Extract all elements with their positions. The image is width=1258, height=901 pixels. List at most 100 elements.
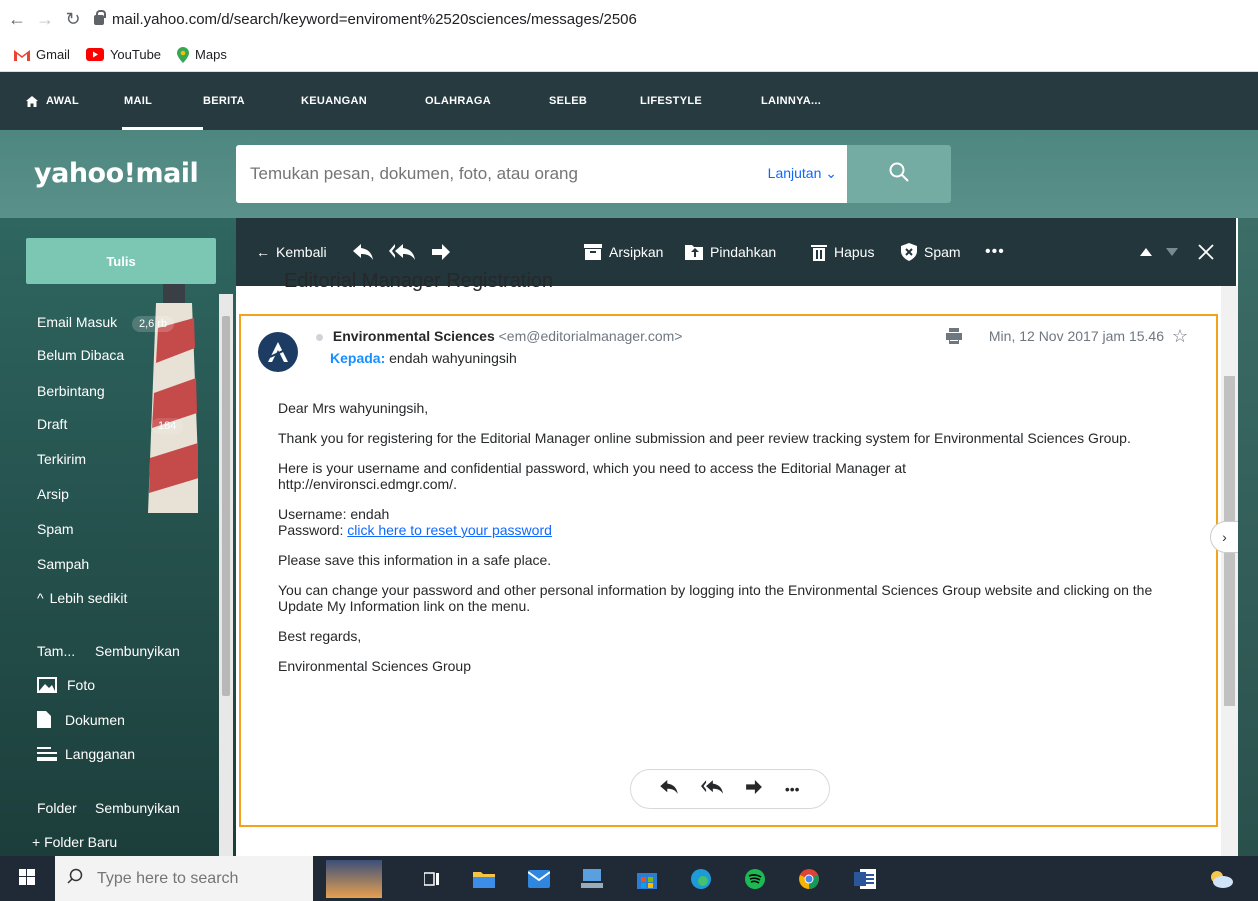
bookmark-maps[interactable]: Maps (177, 46, 227, 63)
sidebar-scrollbar[interactable] (219, 294, 233, 856)
shield-icon (901, 243, 917, 261)
mail-app-icon[interactable] (524, 864, 554, 894)
bookmark-gmail[interactable]: Gmail (14, 47, 70, 62)
photo-icon (37, 677, 57, 693)
folder-unread[interactable]: Belum Dibaca (37, 347, 124, 363)
nav-seleb[interactable]: SELEB (549, 72, 640, 130)
view-documents[interactable]: Dokumen (37, 711, 125, 728)
search-icon (889, 162, 909, 187)
reply-all-icon[interactable] (701, 779, 724, 799)
folder-trash[interactable]: Sampah (37, 556, 89, 572)
folder-draft[interactable]: Draft (37, 416, 67, 432)
view-subscriptions[interactable]: Langganan (37, 746, 135, 762)
close-message-button[interactable] (1198, 218, 1214, 286)
windows-taskbar (0, 856, 1258, 901)
back-arrow-icon[interactable]: ← (6, 8, 28, 30)
new-folder-button[interactable]: + Folder Baru (32, 834, 117, 850)
spam-button[interactable]: Spam (901, 218, 961, 286)
previous-message-button[interactable] (1140, 218, 1152, 286)
home-icon (26, 95, 38, 107)
quick-actions-bar: ••• (630, 769, 830, 809)
sidebar-scroll-thumb[interactable] (222, 316, 230, 696)
username-line: Username: endah (278, 506, 390, 522)
reload-icon[interactable]: ↻ (62, 8, 84, 30)
search-input[interactable] (250, 164, 740, 184)
message-body: Dear Mrs wahyuningsih, Thank you for reg… (278, 400, 1188, 688)
bookmark-label: Maps (195, 47, 227, 62)
document-icon (37, 711, 51, 728)
search-button[interactable] (847, 145, 951, 203)
yahoo-mail-logo[interactable]: yahoo!mail (34, 158, 199, 189)
star-icon[interactable]: ☆ (1172, 326, 1188, 347)
message-card[interactable]: Environmental Sciences <em@editorialmana… (239, 314, 1218, 827)
sender-name[interactable]: Environmental Sciences (333, 328, 495, 344)
nav-awal[interactable]: AWAL (26, 72, 122, 130)
trash-icon (811, 244, 827, 261)
sidebar: Tulis Email Masuk 2,6 rb Belum Dibaca Be… (0, 218, 236, 856)
more-actions-icon[interactable]: ••• (785, 781, 800, 797)
nav-berita[interactable]: BERITA (203, 72, 301, 130)
inbox-count-badge: 2,6 rb (132, 316, 175, 332)
recipient-line: Kepada: endah wahyuningsih (330, 350, 517, 366)
nav-mail[interactable]: MAIL (122, 72, 203, 130)
paragraph: Please save this information in a safe p… (278, 552, 552, 568)
computer-app-icon[interactable] (577, 864, 607, 894)
word-icon[interactable] (850, 864, 880, 894)
paragraph: You can change your password and other p… (278, 582, 1153, 614)
message-subject: Editorial Manager Registration (284, 272, 554, 292)
bookmark-label: YouTube (109, 47, 162, 62)
folder-sent[interactable]: Terkirim (37, 451, 86, 467)
print-icon[interactable] (946, 328, 962, 349)
delete-button[interactable]: Hapus (811, 218, 874, 286)
folder-starred[interactable]: Berbintang (37, 383, 105, 399)
message-pane: Editorial Manager Registration Environme… (236, 272, 1221, 856)
compose-button[interactable]: Tulis (26, 238, 216, 284)
right-background-strip (1238, 218, 1258, 856)
folder-spam[interactable]: Spam (37, 521, 74, 537)
more-actions-button[interactable]: ••• (985, 218, 1005, 286)
windows-start-button[interactable] (12, 864, 42, 894)
chevron-down-icon: ⌄ (825, 165, 837, 181)
file-explorer-icon[interactable] (469, 864, 499, 894)
reply-icon[interactable] (660, 779, 679, 799)
views-hide-link[interactable]: Sembunyikan (95, 643, 180, 659)
store-icon[interactable] (632, 864, 662, 894)
taskbar-search[interactable] (55, 856, 313, 901)
recipient-name[interactable]: endah wahyuningsih (389, 350, 517, 366)
bookmark-youtube[interactable]: YouTube (85, 47, 162, 62)
show-less-toggle[interactable]: ^ Lebih sedikit (37, 590, 127, 606)
folder-archive[interactable]: Arsip (37, 486, 69, 502)
nav-lainnya[interactable]: LAINNYA... (761, 72, 861, 130)
weather-cloud-icon[interactable] (1206, 864, 1236, 894)
nav-lifestyle[interactable]: LIFESTYLE (640, 72, 761, 130)
spotify-icon[interactable] (740, 864, 770, 894)
search-box: Lanjutan ⌄ (236, 145, 847, 203)
advanced-search-toggle[interactable]: Lanjutan ⌄ (768, 165, 837, 182)
message-scrollbar[interactable] (1221, 286, 1238, 856)
windows-logo-icon (19, 868, 35, 890)
sender-line: Environmental Sciences <em@editorialmana… (316, 328, 682, 344)
lighthouse-illustration (148, 283, 198, 513)
forward-icon[interactable] (746, 779, 762, 799)
paragraph: Thank you for registering for the Editor… (278, 430, 1131, 446)
reset-password-link[interactable]: click here to reset your password (347, 522, 552, 538)
browser-address-bar: ← → ↻ mail.yahoo.com/d/search/keyword=en… (0, 0, 1258, 38)
editorial-manager-logo-icon (268, 342, 289, 362)
move-button[interactable]: Pindahkan (685, 218, 776, 286)
folders-hide-link[interactable]: Sembunyikan (95, 800, 180, 816)
nav-olahraga[interactable]: OLAHRAGA (425, 72, 549, 130)
subscriptions-icon (37, 746, 57, 762)
url-field[interactable]: mail.yahoo.com/d/search/keyword=envirome… (94, 10, 637, 28)
edge-browser-icon[interactable] (686, 864, 716, 894)
taskbar-search-input[interactable] (97, 869, 297, 888)
chrome-icon[interactable] (794, 864, 824, 894)
task-view-icon[interactable] (417, 864, 447, 894)
bookmark-label: Gmail (36, 47, 70, 62)
archive-button[interactable]: Arsipkan (584, 218, 663, 286)
next-message-button[interactable] (1166, 218, 1178, 286)
nav-keuangan[interactable]: KEUANGAN (301, 72, 425, 130)
view-photos[interactable]: Foto (37, 677, 95, 693)
expand-right-button[interactable]: › (1210, 521, 1238, 553)
folder-inbox[interactable]: Email Masuk (37, 314, 117, 330)
forward-arrow-icon[interactable]: → (34, 8, 56, 30)
